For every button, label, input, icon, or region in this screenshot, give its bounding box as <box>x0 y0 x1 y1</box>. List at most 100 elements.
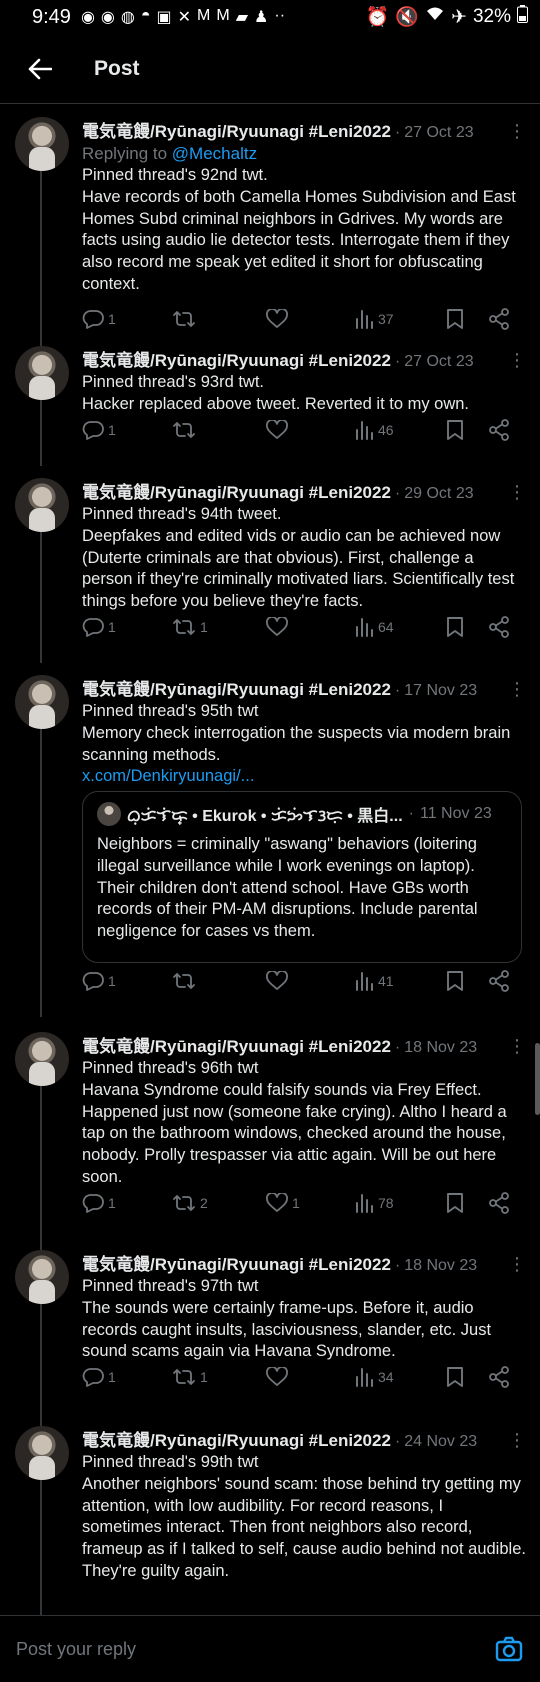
repost-button[interactable] <box>172 420 200 440</box>
like-button[interactable] <box>266 971 292 991</box>
bookmark-button[interactable] <box>446 308 464 330</box>
repost-button[interactable]: 1 <box>172 1367 208 1387</box>
views-button[interactable]: 46 <box>354 420 394 440</box>
avatar[interactable] <box>15 346 69 400</box>
reply-composer[interactable]: Post your reply <box>0 1615 540 1682</box>
avatar[interactable] <box>15 1250 69 1304</box>
views-button[interactable]: 41 <box>354 971 394 991</box>
like-button[interactable] <box>266 420 292 440</box>
avatar[interactable] <box>15 675 69 729</box>
camera-icon <box>495 1636 523 1662</box>
tweet-date[interactable]: 18 Nov 23 <box>404 1257 477 1275</box>
scrollbar[interactable] <box>535 1043 540 1115</box>
reply-button[interactable]: 1 <box>82 617 116 637</box>
repost-button[interactable]: 1 <box>172 617 208 637</box>
airplane-icon: ✈ <box>451 6 467 28</box>
repost-button[interactable] <box>172 971 200 991</box>
author-name[interactable]: 電気竜饅/Ryūnagi/Ryuunagi #Leni2022 <box>82 346 391 371</box>
separator-dot: · <box>408 805 414 822</box>
repost-icon <box>172 1193 196 1213</box>
tweet-date[interactable]: 17 Nov 23 <box>404 682 477 700</box>
bookmark-button[interactable] <box>446 419 464 441</box>
tweet-text: Pinned thread's 99th twt Another neighbo… <box>82 1453 526 1580</box>
author-name[interactable]: 電気竜饅/Ryūnagi/Ryuunagi #Leni2022 <box>82 1250 391 1275</box>
author-name[interactable]: 電気竜饅/Ryūnagi/Ryuunagi #Leni2022 <box>82 675 391 700</box>
system-icons: ⏰ 🔇 ✈ 32% <box>366 5 528 29</box>
back-button[interactable] <box>20 49 60 89</box>
tweet-date[interactable]: 27 Oct 23 <box>404 353 473 371</box>
more-options-icon[interactable]: ⋮ <box>508 1430 526 1451</box>
reply-icon <box>82 617 104 637</box>
reply-count: 1 <box>108 1369 116 1385</box>
more-options-icon[interactable]: ⋮ <box>508 1036 526 1057</box>
like-button[interactable]: 1 <box>266 1193 300 1213</box>
share-icon <box>488 308 510 330</box>
views-count: 37 <box>378 311 394 327</box>
author-name[interactable]: 電気竜饅/Ryūnagi/Ryuunagi #Leni2022 <box>82 1426 391 1451</box>
views-button[interactable]: 64 <box>354 617 394 637</box>
battery-text: 32% <box>472 6 511 27</box>
quoted-tweet[interactable]: ᜊᜓᜃᜒᜎᜒᜍ᜔ • Ekurok • ᜃᜒᜅᜒᜎᜂᜇᜓ • 黒白... · 1… <box>82 791 522 963</box>
views-button[interactable]: 34 <box>354 1367 394 1387</box>
bookmark-button[interactable] <box>446 616 464 638</box>
reply-button[interactable]: 1 <box>82 309 116 329</box>
reply-button[interactable]: 1 <box>82 1193 116 1213</box>
avatar[interactable] <box>15 1426 69 1480</box>
separator-dot: · <box>394 682 401 699</box>
reply-icon <box>82 1193 104 1213</box>
bookmark-icon <box>446 419 464 441</box>
author-name[interactable]: 電気竜饅/Ryūnagi/Ryuunagi #Leni2022 <box>82 1032 391 1057</box>
mention-link[interactable]: @Mechaltz <box>172 144 257 163</box>
like-button[interactable] <box>266 309 292 329</box>
avatar[interactable] <box>15 117 69 171</box>
author-name[interactable]: 電気竜饅/Ryūnagi/Ryuunagi #Leni2022 <box>82 478 391 503</box>
thread-feed[interactable]: 電気竜饅/Ryūnagi/Ryuunagi #Leni2022 · 27 Oct… <box>0 105 540 1615</box>
replying-to-label: Replying to <box>82 144 172 163</box>
separator-dot: · <box>394 353 401 370</box>
replying-to: Replying to @Mechaltz <box>82 143 526 165</box>
share-button[interactable] <box>488 616 510 638</box>
like-count: 1 <box>292 1195 300 1211</box>
reply-input[interactable]: Post your reply <box>16 1639 136 1660</box>
more-options-icon[interactable]: ⋮ <box>508 679 526 700</box>
more-options-icon[interactable]: ⋮ <box>508 482 526 503</box>
camera-button[interactable] <box>494 1634 524 1664</box>
separator-dot: · <box>394 1433 401 1450</box>
bookmark-button[interactable] <box>446 970 464 992</box>
repost-button[interactable]: 2 <box>172 1193 208 1213</box>
more-options-icon[interactable]: ⋮ <box>508 350 526 371</box>
share-button[interactable] <box>488 1192 510 1214</box>
reply-button[interactable]: 1 <box>82 971 116 991</box>
avatar[interactable] <box>15 478 69 532</box>
avatar[interactable] <box>15 1032 69 1086</box>
quoted-avatar <box>97 802 121 826</box>
tweet-actions: 1 46 <box>82 415 514 445</box>
reply-button[interactable]: 1 <box>82 420 116 440</box>
tweet-date[interactable]: 29 Oct 23 <box>404 485 473 503</box>
bookmark-button[interactable] <box>446 1366 464 1388</box>
repost-button[interactable] <box>172 309 200 329</box>
bookmark-button[interactable] <box>446 1192 464 1214</box>
separator-dot: · <box>394 1039 401 1056</box>
messenger-icon: ◉ <box>100 9 115 26</box>
reply-button[interactable]: 1 <box>82 1367 116 1387</box>
tweet-date[interactable]: 27 Oct 23 <box>404 124 473 142</box>
share-button[interactable] <box>488 419 510 441</box>
more-options-icon[interactable]: ⋮ <box>508 1254 526 1275</box>
views-button[interactable]: 37 <box>354 309 394 329</box>
views-button[interactable]: 78 <box>354 1193 394 1213</box>
share-button[interactable] <box>488 970 510 992</box>
top-app-bar: Post <box>0 34 540 104</box>
author-name[interactable]: 電気竜饅/Ryūnagi/Ryuunagi #Leni2022 <box>82 117 391 142</box>
reply-count: 1 <box>108 619 116 635</box>
tweet-date[interactable]: 18 Nov 23 <box>404 1039 477 1057</box>
share-button[interactable] <box>488 308 510 330</box>
tweet-date[interactable]: 24 Nov 23 <box>404 1433 477 1451</box>
more-options-icon[interactable]: ⋮ <box>508 121 526 142</box>
like-button[interactable] <box>266 617 292 637</box>
like-button[interactable] <box>266 1367 292 1387</box>
reply-count: 1 <box>108 973 116 989</box>
views-icon <box>354 420 374 440</box>
share-button[interactable] <box>488 1366 510 1388</box>
tweet-link[interactable]: x.com/Denkiryuunagi/... <box>82 766 526 788</box>
